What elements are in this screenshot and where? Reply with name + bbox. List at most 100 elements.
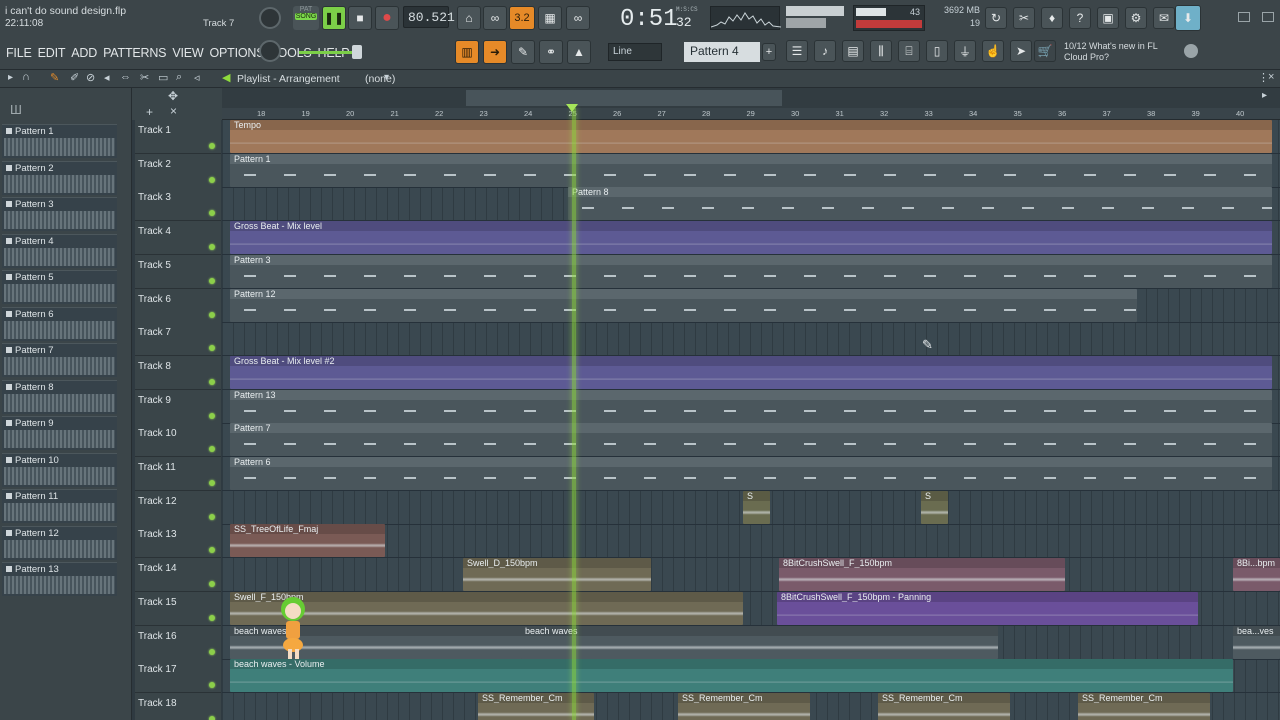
menu-add[interactable]: ADD <box>71 46 97 60</box>
track-enable-led[interactable] <box>209 378 215 385</box>
picker-pattern[interactable]: Pattern 12 <box>2 525 117 560</box>
track-lane[interactable] <box>222 322 1280 357</box>
picker-pattern[interactable]: Pattern 8 <box>2 379 117 414</box>
playlist-view-button[interactable]: ▥ <box>455 40 479 64</box>
stop-button[interactable]: ■ <box>348 6 372 30</box>
menu-options[interactable]: OPTIONS <box>209 46 264 60</box>
scroll-right-icon[interactable]: ▸ <box>1262 90 1267 101</box>
close-icon[interactable]: × <box>1268 71 1274 83</box>
slice-tool-icon[interactable]: ✂ <box>140 71 149 84</box>
remove-icon[interactable]: × <box>170 104 177 118</box>
track-header[interactable]: Track 15 <box>135 591 221 626</box>
audio-clip[interactable]: beach waves <box>230 625 522 659</box>
menu-file[interactable]: FILE <box>6 46 32 60</box>
snap-button[interactable]: 3.2 <box>509 6 535 30</box>
picker-pattern[interactable]: Pattern 11 <box>2 489 117 523</box>
track-header[interactable]: Track 7 <box>135 322 221 357</box>
track-enable-led[interactable] <box>209 715 215 720</box>
track-header[interactable]: Track 14 <box>135 558 221 593</box>
master-volume-knob[interactable] <box>259 7 281 29</box>
stamp-button[interactable]: ▲ <box>567 40 591 64</box>
link-button[interactable]: ⚭ <box>539 40 563 64</box>
tempo-display[interactable]: 80.521 <box>403 6 455 28</box>
master-volume-slider[interactable] <box>299 51 359 54</box>
picker-pattern[interactable]: Pattern 9 <box>2 416 117 450</box>
slip-tool-icon[interactable]: ⇔ <box>120 71 131 83</box>
picker-pattern[interactable]: Pattern 5 <box>2 270 117 304</box>
pattern-clip[interactable]: Pattern 13 <box>230 389 1272 423</box>
pattern-clip[interactable]: Pattern 3 <box>230 254 1272 288</box>
chat-button[interactable]: ✉ <box>1153 7 1175 29</box>
pause-button[interactable]: ❚❚ <box>322 6 346 30</box>
track-enable-led[interactable] <box>209 682 215 689</box>
arrangement-dropdown-icon[interactable]: ▾ <box>384 72 389 83</box>
audio-clip[interactable]: beach waves <box>521 625 998 659</box>
track-enable-led[interactable] <box>209 614 215 621</box>
picker-pattern[interactable]: Pattern 3 <box>2 197 117 231</box>
track-header[interactable]: Track 5 <box>135 254 221 289</box>
maximize-icon[interactable] <box>1262 12 1274 22</box>
menu-edit[interactable]: EDIT <box>38 46 66 60</box>
arrow-tool-button[interactable]: ➜ <box>483 40 507 64</box>
track-enable-led[interactable] <box>209 311 215 318</box>
picker-pattern[interactable]: Pattern 4 <box>2 233 117 268</box>
pattern-clip[interactable]: Pattern 1 <box>230 153 1272 187</box>
blend-notes-button[interactable]: ∞ <box>566 6 590 30</box>
timeline-ruler[interactable]: 1819202122232425262728293031323334353637… <box>222 108 1280 120</box>
playhead-marker-icon[interactable] <box>566 104 578 112</box>
paint-tool-icon[interactable]: ✐ <box>70 71 79 84</box>
picker-pattern[interactable]: Pattern 7 <box>2 343 117 377</box>
add-pattern-button[interactable]: + <box>762 43 776 61</box>
audio-clip[interactable]: SS_Remember_Cm <box>878 692 1010 720</box>
globe-icon[interactable] <box>1184 44 1198 58</box>
playhead[interactable] <box>572 108 576 720</box>
track-enable-led[interactable] <box>209 648 215 655</box>
track-enable-led[interactable] <box>209 210 215 217</box>
track-enable-led[interactable] <box>209 581 215 588</box>
auto-clip[interactable]: beach waves - Volume <box>230 659 1233 693</box>
delete-tool-icon[interactable]: ⊘ <box>86 71 95 84</box>
plugin-button[interactable]: ⚙ <box>1125 7 1147 29</box>
draw-tool-icon[interactable]: ✎ <box>50 71 59 84</box>
track-enable-led[interactable] <box>209 176 215 183</box>
magnet-icon[interactable]: ∩ <box>22 71 30 83</box>
audio-clip[interactable]: Swell_D_150bpm <box>463 558 651 592</box>
track-header[interactable]: Track 6 <box>135 288 221 323</box>
shop-button[interactable]: 🛒 <box>1034 40 1056 62</box>
auto-clip[interactable]: Gross Beat - Mix level <box>230 221 1272 255</box>
channel-rack-button[interactable]: ▤ <box>842 40 864 62</box>
help-button[interactable]: ? <box>1069 7 1091 29</box>
audio-clip[interactable]: bea...ves <box>1233 625 1280 659</box>
mixer-button[interactable]: ☰ <box>786 40 808 62</box>
download-button[interactable]: ⬇ <box>1175 5 1201 31</box>
menu-view[interactable]: VIEW <box>172 46 203 60</box>
overview-scrollbar[interactable]: ▸ <box>222 88 1280 108</box>
browser-button[interactable]: ⌸ <box>898 40 920 62</box>
audio-clip[interactable]: SS_Remember_Cm <box>678 692 810 720</box>
track-header[interactable]: Track 18 <box>135 692 221 720</box>
track-enable-led[interactable] <box>209 345 215 352</box>
undo-history-button[interactable]: ↻ <box>985 7 1007 29</box>
pattern-selector[interactable]: Pattern 4 <box>684 42 760 62</box>
scrollbar-thumb[interactable] <box>466 90 782 106</box>
track-header[interactable]: Track 9 <box>135 389 221 424</box>
track-header[interactable]: Track 12 <box>135 490 221 525</box>
picker-pattern[interactable]: Pattern 6 <box>2 306 117 341</box>
cut-button[interactable]: ✂ <box>1013 7 1035 29</box>
track-header[interactable]: Track 13 <box>135 524 221 559</box>
track-header[interactable]: Track 8 <box>135 355 221 390</box>
pattern-clip[interactable]: Pattern 12 <box>230 288 1137 322</box>
auto-clip[interactable]: 8BitCrushSwell_F_150bpm - Panning <box>777 591 1198 625</box>
line-mode-select[interactable]: Line <box>608 43 662 61</box>
piano-roll-button[interactable]: ♪ <box>814 40 836 62</box>
picker-mode-icon[interactable]: Ш <box>10 102 22 117</box>
track-header[interactable]: Track 10 <box>135 423 221 458</box>
track-enable-led[interactable] <box>209 446 215 453</box>
auto-clip[interactable]: Gross Beat - Mix level #2 <box>230 355 1272 389</box>
pat-song-toggle[interactable]: PAT SONG <box>293 6 319 30</box>
audio-clip[interactable]: SS_Remember_Cm <box>1078 692 1210 720</box>
track-enable-led[interactable] <box>209 143 215 149</box>
arrangement-name[interactable]: (none) <box>365 73 395 85</box>
metronome-button[interactable]: ⌂ <box>457 6 481 30</box>
menu-patterns[interactable]: PATTERNS <box>103 46 166 60</box>
